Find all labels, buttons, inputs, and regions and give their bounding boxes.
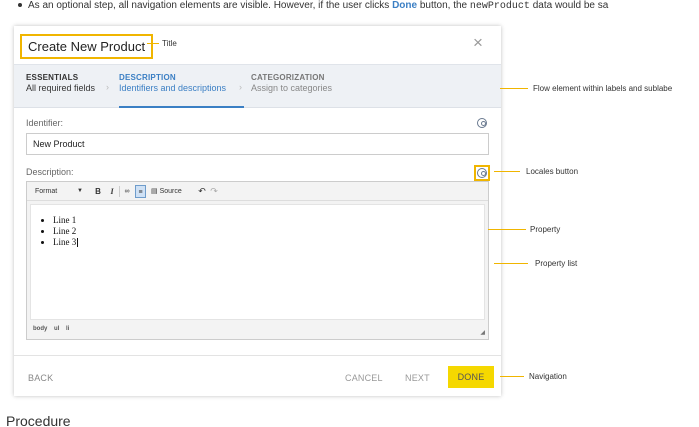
callout-property-list: Property list bbox=[535, 259, 578, 268]
italic-button[interactable]: I bbox=[107, 185, 117, 198]
note-text-middle: button, the bbox=[419, 0, 468, 11]
path-item[interactable]: body bbox=[33, 326, 47, 332]
callout-line bbox=[494, 171, 520, 172]
path-item[interactable]: li bbox=[66, 326, 69, 332]
next-button[interactable]: NEXT bbox=[405, 368, 430, 388]
identifier-input[interactable]: New Product bbox=[26, 133, 489, 155]
close-icon[interactable]: × bbox=[473, 33, 483, 53]
callout-line bbox=[494, 263, 528, 264]
note-text-after: data would be sa bbox=[532, 0, 609, 11]
link-icon[interactable]: ∞ bbox=[122, 185, 132, 198]
callout-line bbox=[500, 376, 524, 377]
source-button[interactable]: ▤ Source bbox=[151, 185, 191, 198]
format-dropdown[interactable]: Format ▼ bbox=[31, 185, 87, 198]
locales-icon bbox=[477, 168, 487, 178]
identifier-label: Identifier: bbox=[26, 118, 64, 128]
element-path-bar: body ul li bbox=[33, 326, 74, 332]
flow-step-subtitle: All required fields bbox=[26, 83, 96, 93]
flow-step-title: CATEGORIZATION bbox=[251, 73, 325, 82]
note-code: newProduct bbox=[469, 1, 530, 12]
redo-icon[interactable]: ↷ bbox=[209, 185, 219, 198]
flow-step-title: ESSENTIALS bbox=[26, 73, 79, 82]
source-label: Source bbox=[159, 188, 182, 195]
flow-separator-icon: › bbox=[106, 82, 109, 92]
chevron-down-icon: ▼ bbox=[77, 188, 83, 194]
flow-step-subtitle: Identifiers and descriptions bbox=[119, 83, 227, 93]
active-step-underline bbox=[119, 106, 244, 108]
text-cursor bbox=[77, 238, 79, 248]
done-button[interactable]: DONE bbox=[448, 366, 494, 388]
list-item: Line 3 bbox=[53, 237, 484, 248]
dialog-header: Create New Product × bbox=[14, 26, 501, 64]
cancel-button[interactable]: CANCEL bbox=[345, 368, 383, 388]
flow-step-essentials[interactable]: ESSENTIALS All required fields bbox=[26, 73, 95, 93]
flow-step-subtitle: Assign to categories bbox=[251, 83, 333, 93]
undo-icon[interactable]: ↶ bbox=[197, 185, 207, 198]
source-icon: ▤ bbox=[151, 188, 160, 195]
callout-locales: Locales button bbox=[526, 167, 579, 176]
bullet-list: Line 1 Line 2 Line 3 bbox=[53, 215, 484, 248]
callout-navigation: Navigation bbox=[529, 372, 567, 381]
bold-button[interactable]: B bbox=[93, 185, 103, 198]
flow-step-description[interactable]: DESCRIPTION Identifiers and descriptions bbox=[119, 73, 226, 93]
navigation-bar: BACK CANCEL NEXT DONE bbox=[14, 355, 501, 396]
top-note: As an optional step, all navigation elem… bbox=[18, 0, 608, 12]
description-label: Description: bbox=[26, 167, 74, 177]
dialog-title: Create New Product bbox=[20, 34, 154, 59]
callout-line bbox=[500, 88, 528, 89]
section-heading: Procedure bbox=[6, 413, 71, 427]
note-done-keyword: Done bbox=[392, 0, 418, 11]
flow-element: ESSENTIALS All required fields › DESCRIP… bbox=[14, 64, 501, 108]
callout-line bbox=[147, 43, 159, 44]
list-item: Line 1 bbox=[53, 215, 484, 226]
toolbar-divider bbox=[119, 186, 120, 197]
rich-text-editor: Format ▼ B I ∞ ≡ ▤ Source ↶ ↷ Line 1 Lin… bbox=[26, 181, 489, 340]
path-item[interactable]: ul bbox=[54, 326, 59, 332]
list-item-text: Line 3 bbox=[53, 237, 77, 247]
format-label: Format bbox=[35, 188, 58, 195]
callout-line bbox=[488, 229, 526, 230]
callout-title: Title bbox=[162, 39, 177, 48]
flow-step-categorization[interactable]: CATEGORIZATION Assign to categories bbox=[251, 73, 332, 93]
callout-flow: Flow element within labels and sublabe bbox=[533, 84, 673, 93]
create-product-dialog: Create New Product × ESSENTIALS All requ… bbox=[14, 26, 501, 396]
bulleted-list-icon[interactable]: ≡ bbox=[135, 185, 146, 198]
editor-content-area[interactable]: Line 1 Line 2 Line 3 bbox=[30, 204, 485, 320]
locales-icon[interactable] bbox=[477, 118, 487, 128]
back-button[interactable]: BACK bbox=[28, 368, 53, 388]
list-item: Line 2 bbox=[53, 226, 484, 237]
flow-step-title: DESCRIPTION bbox=[119, 73, 176, 82]
locales-button[interactable] bbox=[474, 165, 490, 181]
callout-property: Property bbox=[530, 225, 561, 234]
resize-handle-icon[interactable]: ◢ bbox=[480, 329, 485, 336]
editor-toolbar: Format ▼ B I ∞ ≡ ▤ Source ↶ ↷ bbox=[27, 182, 488, 201]
note-text-before: As an optional step, all navigation elem… bbox=[28, 0, 390, 11]
flow-separator-icon: › bbox=[239, 82, 242, 92]
bullet-icon bbox=[18, 3, 22, 8]
